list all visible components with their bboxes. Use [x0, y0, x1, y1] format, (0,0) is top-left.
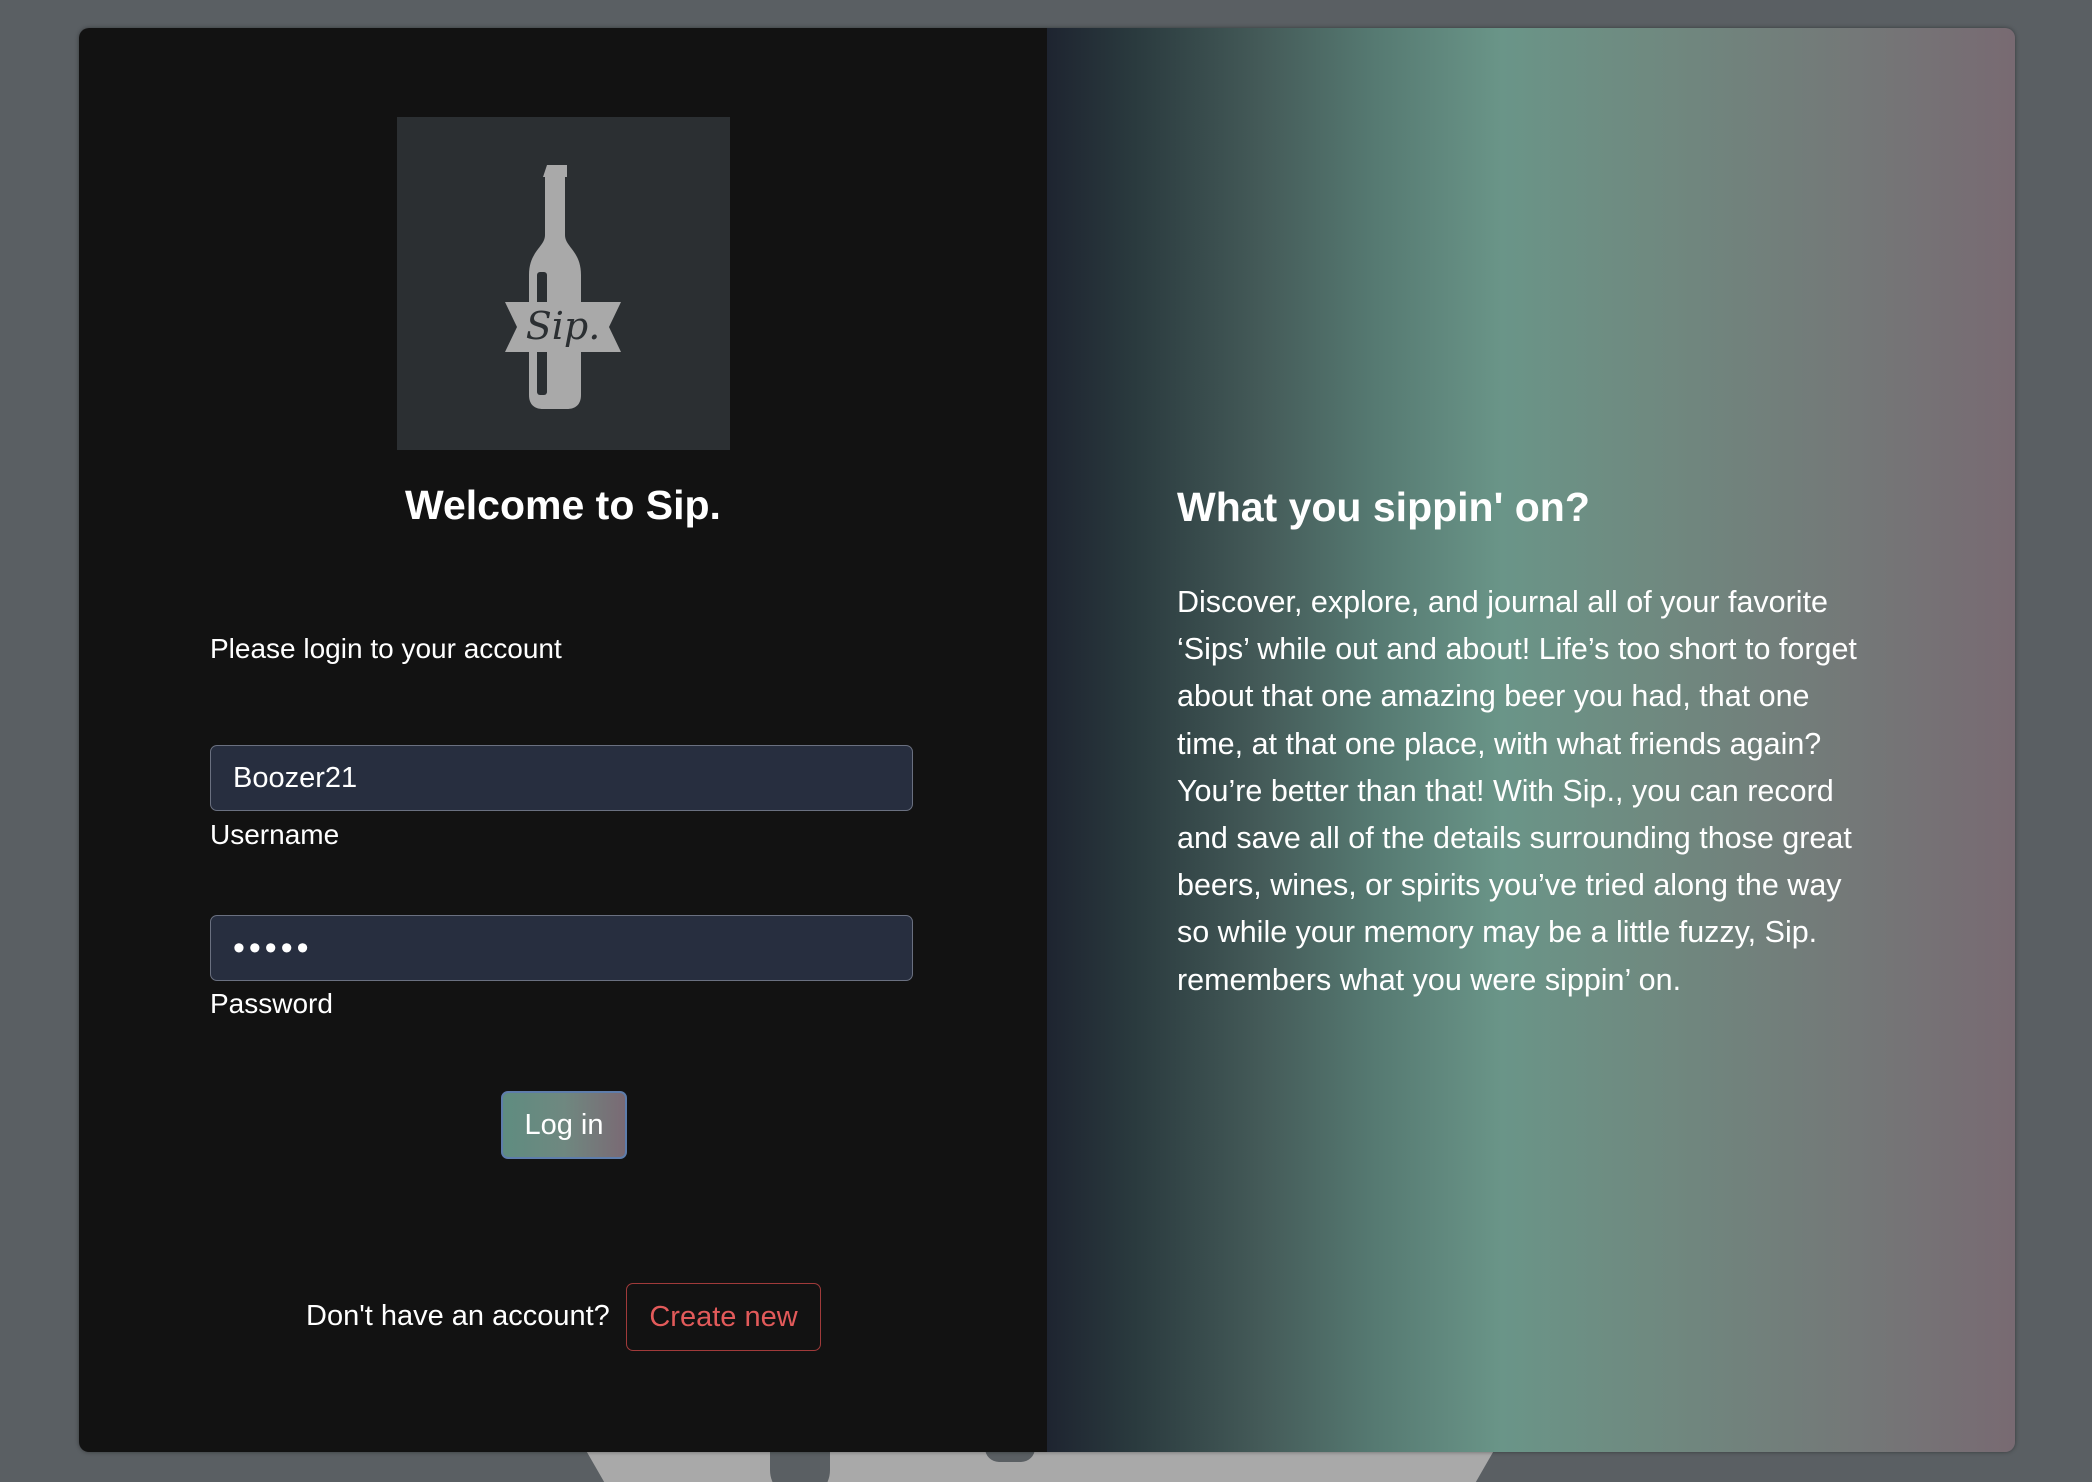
password-input[interactable]: [210, 915, 913, 981]
password-label: Password: [210, 988, 333, 1019]
create-account-button[interactable]: Create new: [626, 1283, 821, 1351]
signup-prompt: Don't have an account?: [306, 1300, 610, 1332]
promo-heading: What you sippin' on?: [1177, 484, 1590, 530]
logo-text: Sip.: [526, 304, 601, 348]
username-label: Username: [210, 819, 340, 850]
login-card: Sip. Welcome to Sip. Please login to you…: [79, 28, 2015, 1452]
username-input[interactable]: [210, 745, 913, 811]
promo-panel: What you sippin' on? Discover, explore, …: [1047, 28, 2015, 1452]
wine-bottle-icon: Sip.: [505, 165, 621, 409]
welcome-title: Welcome to Sip.: [405, 482, 721, 528]
promo-description: Discover, explore, and journal all of yo…: [1177, 585, 1857, 997]
login-subtitle: Please login to your account: [210, 633, 562, 664]
login-panel: Sip. Welcome to Sip. Please login to you…: [79, 28, 1047, 1452]
login-button[interactable]: Log in: [501, 1091, 627, 1159]
sip-logo: Sip.: [397, 117, 730, 450]
